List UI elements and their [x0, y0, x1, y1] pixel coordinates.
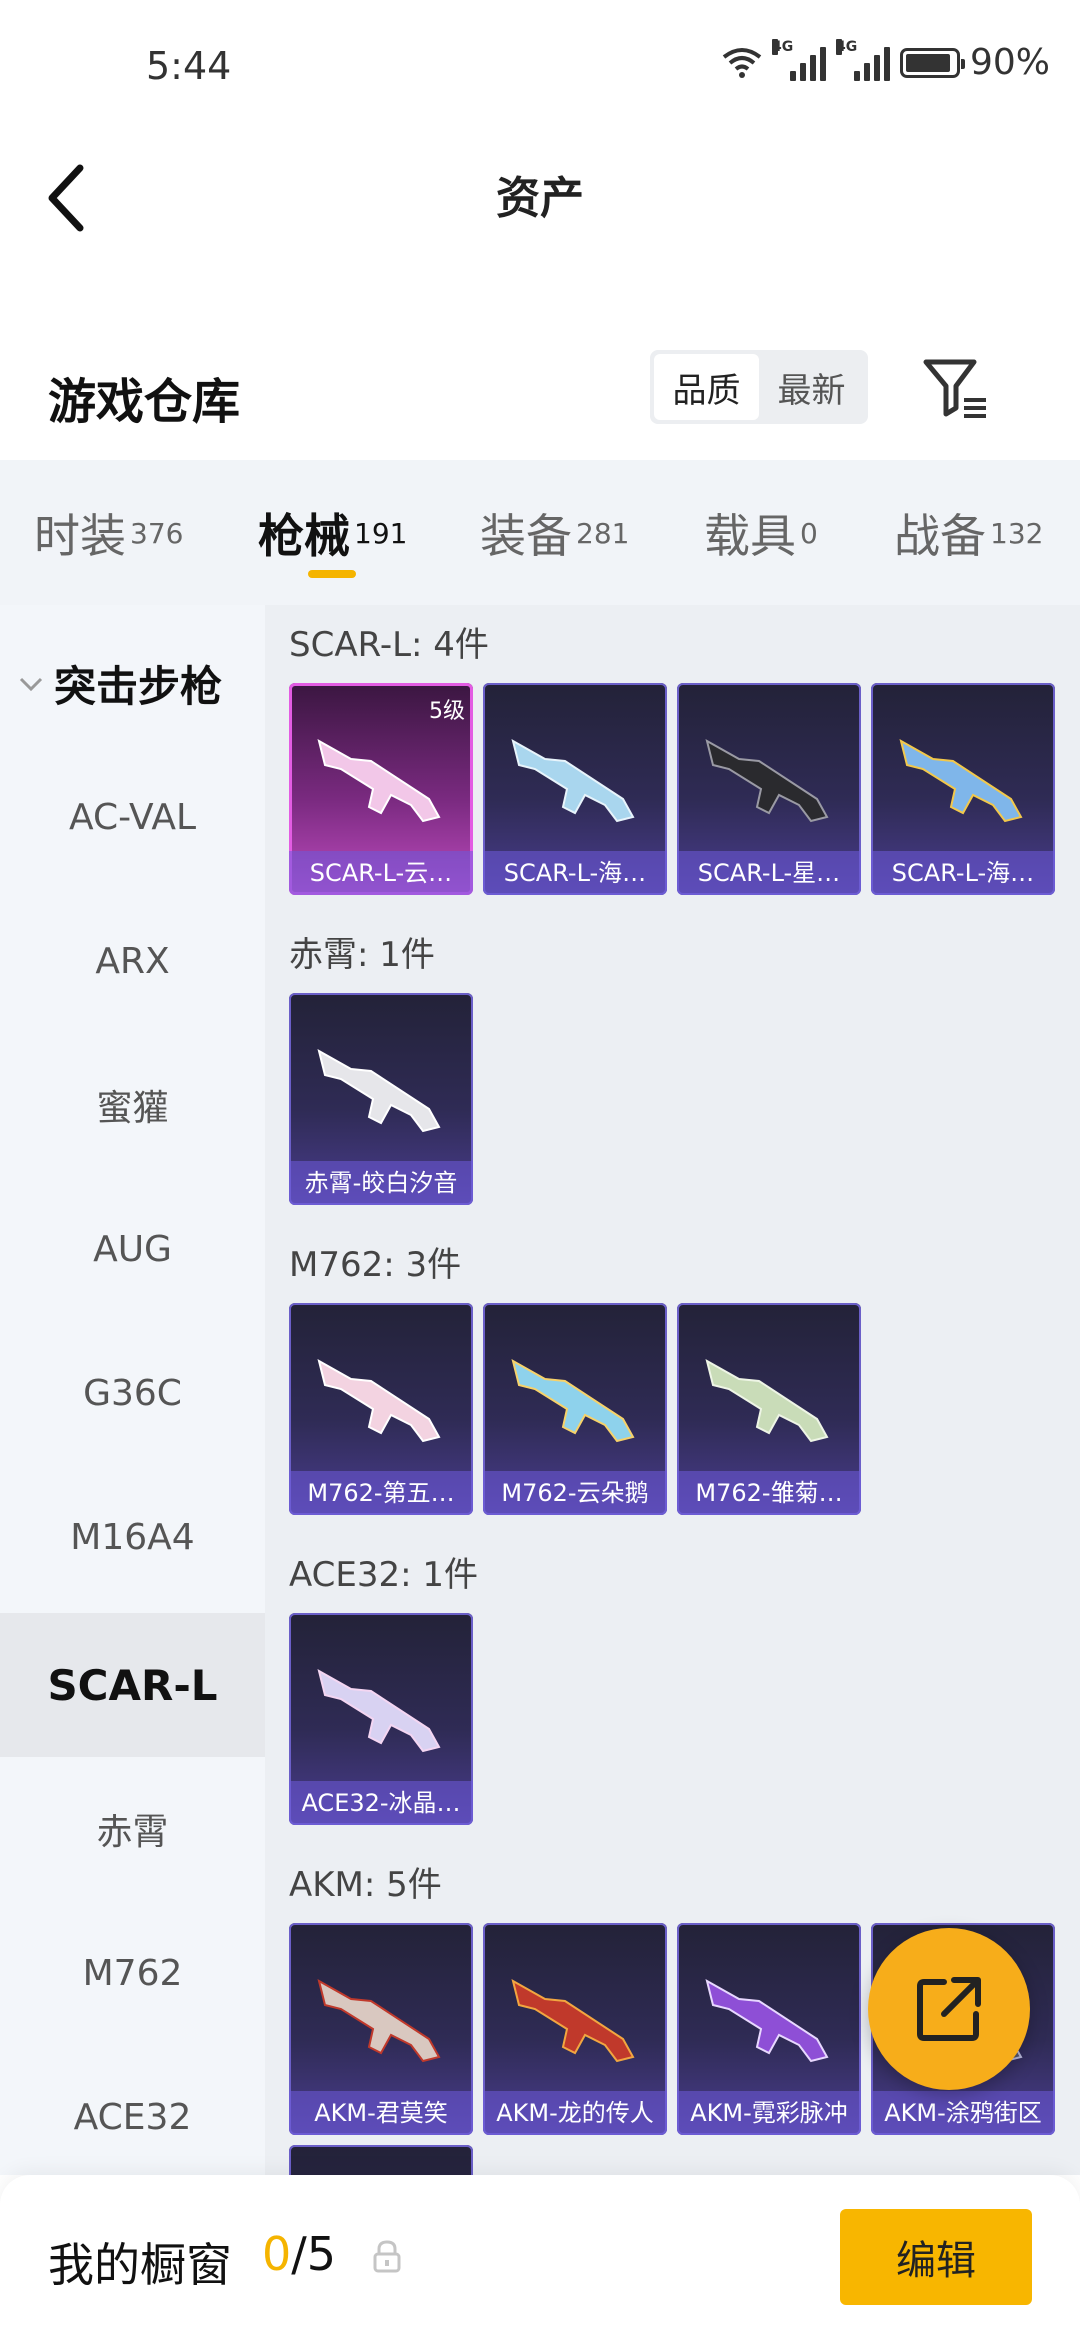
rifle-blue-icon: [511, 738, 635, 823]
weapon-card[interactable]: SCAR-L-海…: [483, 683, 667, 895]
showcase-count: 0/5: [262, 2227, 337, 2281]
rifle-blue-gold-icon: [899, 738, 1023, 823]
battery-level: 90%: [969, 42, 1050, 83]
active-tab-indicator: [308, 570, 356, 578]
weapon-card[interactable]: 赤霄-皎白汐音: [289, 993, 473, 1205]
weapon-card[interactable]: M762-雏菊…: [677, 1303, 861, 1515]
sidebar-item-ace32[interactable]: ACE32: [0, 2045, 265, 2175]
weapon-name: AKM-霓彩脉冲: [677, 2091, 861, 2135]
page-title: 资产: [496, 173, 584, 224]
weapon-name: M762-雏菊…: [677, 1471, 861, 1515]
status-icons: 4G 4G 90%: [722, 38, 1050, 83]
weapon-name: SCAR-L-海…: [871, 851, 1055, 895]
sort-newest-option[interactable]: 最新: [759, 354, 864, 420]
weapon-name: M762-第五…: [289, 1471, 473, 1515]
category-tabs: 时装 376 枪械 191 装备 281 载具 0 战备 132: [0, 460, 1080, 605]
sidebar-item-scar-l[interactable]: SCAR-L: [0, 1613, 265, 1757]
sidebar-item-honey-badger[interactable]: 蜜獾: [0, 1033, 265, 1177]
rifle-green-icon: [705, 1358, 829, 1443]
sidebar-item-m16a4[interactable]: M16A4: [0, 1465, 265, 1609]
sort-toggle: 品质 最新: [650, 350, 868, 424]
weapon-card[interactable]: AKM-君莫笑: [289, 1923, 473, 2135]
weapon-card[interactable]: 5级 SCAR-L-云…: [289, 683, 473, 895]
rifle-crystal-icon: [317, 1668, 441, 1753]
weapon-name: SCAR-L-星…: [677, 851, 861, 895]
showcase-label: 我的橱窗: [48, 2238, 232, 2292]
sidebar-category[interactable]: 突击步枪: [18, 653, 222, 714]
sidebar-item-m762[interactable]: M762: [0, 1901, 265, 2045]
weapon-card[interactable]: M762-云朵鹅: [483, 1303, 667, 1515]
sidebar-item-chixiao[interactable]: 赤霄: [0, 1757, 265, 1901]
tab-vehicles[interactable]: 载具 0: [704, 500, 818, 566]
weapon-name: M762-云朵鹅: [483, 1471, 667, 1515]
sidebar-item-g36c[interactable]: G36C: [0, 1321, 265, 1465]
filter-icon[interactable]: [920, 354, 990, 424]
share-button[interactable]: [868, 1928, 1030, 2090]
weapon-card[interactable]: SCAR-L-星…: [677, 683, 861, 895]
rifle-red-icon: [317, 1978, 441, 2063]
weapon-name: AKM-涂鸦街区: [871, 2091, 1055, 2135]
weapon-name: SCAR-L-云…: [289, 851, 473, 895]
tab-firearms[interactable]: 枪械 191: [258, 500, 407, 566]
rifle-pink-icon: [317, 738, 441, 823]
tab-supplies[interactable]: 战备 132: [894, 500, 1043, 566]
level-badge: 5级: [429, 699, 465, 724]
group-label: SCAR-L: 4件: [289, 625, 489, 665]
weapon-card[interactable]: AKM-龙的传人: [483, 1923, 667, 2135]
chevron-down-icon: [19, 677, 43, 691]
weapon-name: ACE32-冰晶…: [289, 1781, 473, 1825]
weapon-name: SCAR-L-海…: [483, 851, 667, 895]
wifi-icon: [722, 47, 762, 78]
sidebar-item-aug[interactable]: AUG: [0, 1177, 265, 1321]
weapon-name: AKM-龙的传人: [483, 2091, 667, 2135]
status-time: 5:44: [146, 44, 232, 88]
weapon-card[interactable]: ACE32-冰晶…: [289, 1613, 473, 1825]
weapon-card[interactable]: M762-第五…: [289, 1303, 473, 1515]
weapon-card[interactable]: AKM-霓彩脉冲: [677, 1923, 861, 2135]
rifle-white-icon: [317, 1048, 441, 1133]
tab-equipment[interactable]: 装备 281: [480, 500, 629, 566]
warehouse-title: 游戏仓库: [48, 374, 241, 430]
tab-fashion[interactable]: 时装 376: [34, 500, 183, 566]
cell-signal-icon: 4G: [835, 38, 890, 81]
sort-quality-option[interactable]: 品质: [654, 354, 759, 420]
rifle-pink-white-icon: [317, 1358, 441, 1443]
sidebar-item-arx[interactable]: ARX: [0, 889, 265, 1033]
weapon-type-sidebar: 突击步枪 AC-VAL ARX 蜜獾 AUG G36C M16A4 SCAR-L…: [0, 605, 265, 2175]
weapon-name: 赤霄-皎白汐音: [289, 1161, 473, 1205]
nav-bar: 资产: [0, 130, 1080, 260]
warehouse-header: 游戏仓库 品质 最新: [0, 330, 1080, 460]
showcase-bar: 我的橱窗 0/5 编辑: [0, 2175, 1080, 2340]
external-link-icon: [917, 1977, 981, 2041]
status-bar: 5:44 4G 4G 90%: [0, 0, 1080, 130]
cell-signal-icon: 4G: [771, 38, 826, 81]
edit-button[interactable]: 编辑: [840, 2209, 1032, 2305]
rifle-dark-icon: [705, 738, 829, 823]
weapon-card[interactable]: [289, 2145, 473, 2175]
weapon-name: AKM-君莫笑: [289, 2091, 473, 2135]
group-label: AKM: 5件: [289, 1865, 442, 1905]
sidebar-item-ac-val[interactable]: AC-VAL: [0, 745, 265, 889]
group-label: 赤霄: 1件: [289, 935, 435, 975]
battery-icon: [899, 47, 965, 78]
rifle-blue-icon: [511, 1358, 635, 1443]
rifle-orange-icon: [511, 1978, 635, 2063]
lock-icon: [373, 2240, 401, 2273]
rifle-purple-icon: [705, 1978, 829, 2063]
group-label: ACE32: 1件: [289, 1555, 479, 1595]
weapon-card[interactable]: SCAR-L-海…: [871, 683, 1055, 895]
group-label: M762: 3件: [289, 1245, 462, 1285]
